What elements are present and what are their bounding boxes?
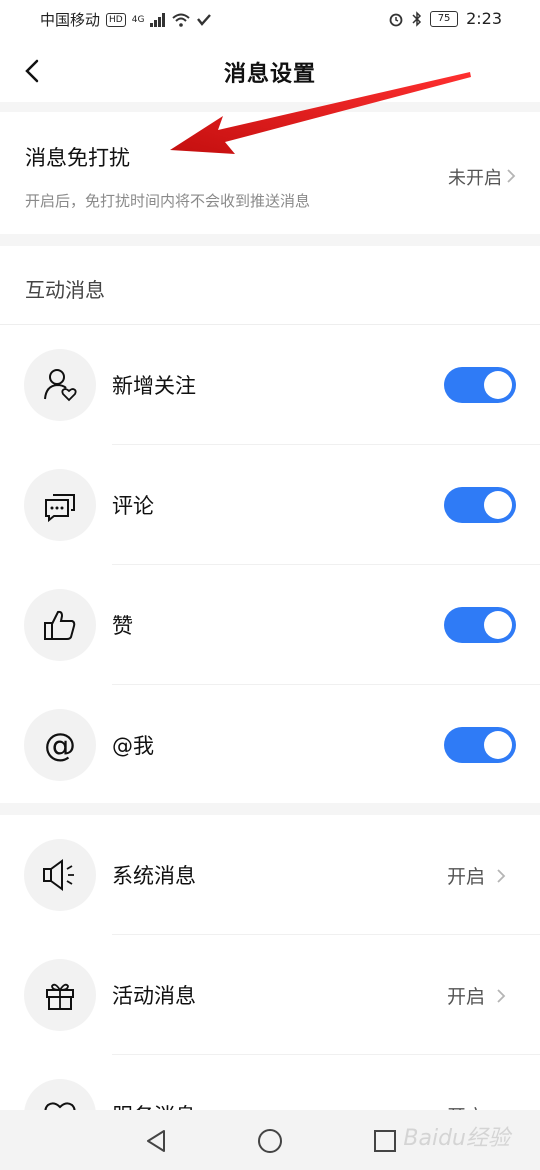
speaker-icon [24,839,96,911]
watermark: Baidu经验 [403,1126,510,1151]
dnd-status-value: 未开启 [448,168,502,189]
dnd-title: 消息免打扰 [25,146,130,170]
clock-time: 2:23 [466,9,502,28]
comment-icon [24,469,96,541]
thumbs-up-icon [24,589,96,661]
row-label: 服务消息 [112,1100,196,1110]
nav-bar: 消息设置 [0,38,540,102]
bluetooth-icon [412,10,422,27]
system-nav-bar: Baidu经验 [0,1110,540,1170]
dnd-description: 开启后，免打扰时间内将不会收到推送消息 [25,192,311,210]
mentions-toggle[interactable] [444,727,516,763]
alarm-icon [389,13,403,26]
interaction-section-header: 互动消息 [0,246,540,325]
nav-home-icon[interactable] [256,1127,284,1155]
row-label: @我 [112,734,154,758]
row-label: 新增关注 [112,374,196,398]
chevron-right-icon [497,869,506,883]
nav-recents-icon[interactable] [371,1127,399,1155]
status-bar: 中国移动 HD 4G 75 2:23 [0,0,540,38]
follow-icon [24,349,96,421]
at-icon: @ [24,709,96,781]
do-not-disturb-row[interactable]: 消息免打扰 开启后，免打扰时间内将不会收到推送消息 未开启 [0,112,540,234]
chevron-right-icon [497,989,506,1003]
new-followers-toggle[interactable] [444,367,516,403]
list-item-likes[interactable]: 赞 [0,565,540,685]
carrier-label: 中国移动 [40,11,101,29]
row-label: 赞 [112,614,133,638]
list-item-activity-messages[interactable]: 活动消息 开启 [0,935,540,1055]
row-status-value: 开启 [447,1102,485,1110]
wifi-icon [172,13,191,27]
battery-icon: 75 [430,10,459,27]
row-label: 活动消息 [112,984,196,1008]
row-status-value: 开启 [446,986,485,1008]
list-item-new-followers[interactable]: 新增关注 [0,325,540,445]
row-label: 评论 [112,494,154,518]
row-label: 系统消息 [112,864,196,888]
list-item-service-messages[interactable]: 服务消息 开启 [0,1055,540,1110]
list-item-system-messages[interactable]: 系统消息 开启 [0,815,540,935]
nav-back-icon[interactable] [142,1127,170,1155]
heart-icon [24,1079,96,1110]
hotspot-icon [197,13,212,26]
list-item-comments[interactable]: 评论 [0,445,540,565]
page-title: 消息设置 [223,62,316,87]
interaction-list: 新增关注 评论 赞 @ @我 [0,325,540,803]
system-message-list: 系统消息 开启 活动消息 开启 服务消息 开启 [0,815,540,1110]
likes-toggle[interactable] [444,607,516,643]
row-status-value: 开启 [446,866,485,888]
hd-icon: HD [106,12,126,27]
signal-icon [150,12,166,27]
comments-toggle[interactable] [444,487,516,523]
section-title: 互动消息 [25,278,105,302]
list-item-mentions[interactable]: @ @我 [0,685,540,805]
gift-icon [24,959,96,1031]
network-type-label: 4G [131,14,145,25]
chevron-right-icon [507,169,516,183]
